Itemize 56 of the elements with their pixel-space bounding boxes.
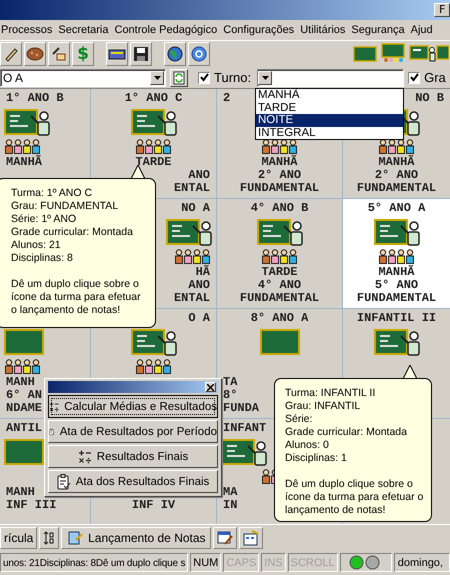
class-info: ANO [188,278,210,292]
class-info: FUNDAMENTAL [356,182,436,195]
class-info: ENTAL [174,292,210,305]
class-info: FUNDAMENTAL [356,292,436,305]
checkbox-label: Gra [424,70,446,86]
class-name: O A [188,312,210,326]
class-info: ENTAL [174,182,210,195]
class-name: INFANT [223,422,266,436]
class-info: FUNDAMENTAL [240,292,320,305]
class-info: 2° ANO [374,168,418,182]
class-name: INFANTIL II [356,312,436,326]
tooltip-hint: Dê um duplo clique sobre o ícone da turma para efetuar o lançamento de notas! [285,478,424,517]
class-name: 1° ANO B [6,92,64,106]
class-info: FUNDAMENTAL [240,182,320,195]
class-name: 2 [223,92,230,106]
class-info: MANHÃ [6,156,42,169]
class-info: ANO [188,168,210,182]
class-name: ANTIL [6,422,42,436]
class-info: INF IV [132,498,176,512]
class-info: FUNDA [223,402,260,415]
status-message: unos: 21Disciplinas: 8Dê um duplo clique s [0,553,188,572]
status-date: domingo, [394,553,450,572]
tooltip-line: Disciplinas: 1 [285,452,348,465]
tooltip-line: Série: 1º ANO [11,213,78,226]
tooltip-line: Alunos: 21 [11,239,62,252]
class-info: MANH [6,376,35,389]
class-info: MANHÃ [378,156,414,169]
class-name: 8° ANO A [250,312,308,326]
class-name: NO B [415,92,444,106]
class-name: 1° ANO C [124,92,182,106]
class-info: 4° ANO [258,278,302,292]
tooltip-line: Disciplinas: 8 [11,252,74,265]
checkbox-label: Turno: [214,70,252,86]
class-info: MANHÃ [378,266,414,279]
class-info: HÃ [196,266,210,279]
class-info: INF III [6,498,56,512]
class-info: 8° [223,388,238,402]
class-info: MANH [6,486,35,499]
key-indicator: NUM [190,553,222,572]
class-name: 5° ANO A [368,202,426,216]
tooltip-line: Alunos: 0 [285,439,330,452]
class-info: MANHÃ [261,156,298,169]
class-info: IN [223,498,238,512]
class-info: MA [223,486,238,499]
class-info: TARDE [135,156,172,169]
class-info: 6° AN [6,388,42,402]
class-name: 4° ANO B [250,202,308,216]
tooltip-line: Grau: FUNDAMENTAL [11,200,120,213]
class-info: TA [223,376,238,389]
tooltip-line: Grade curricular: Montada [285,426,408,439]
class-info: 5° ANO [374,278,418,292]
tooltip-line: Grade curricular: Montada [11,226,134,239]
class-info: TARDE [261,266,298,279]
class-info: NDAME [6,402,42,415]
class-info: 2° ANO [258,168,302,182]
class-name: NO A [181,202,210,216]
